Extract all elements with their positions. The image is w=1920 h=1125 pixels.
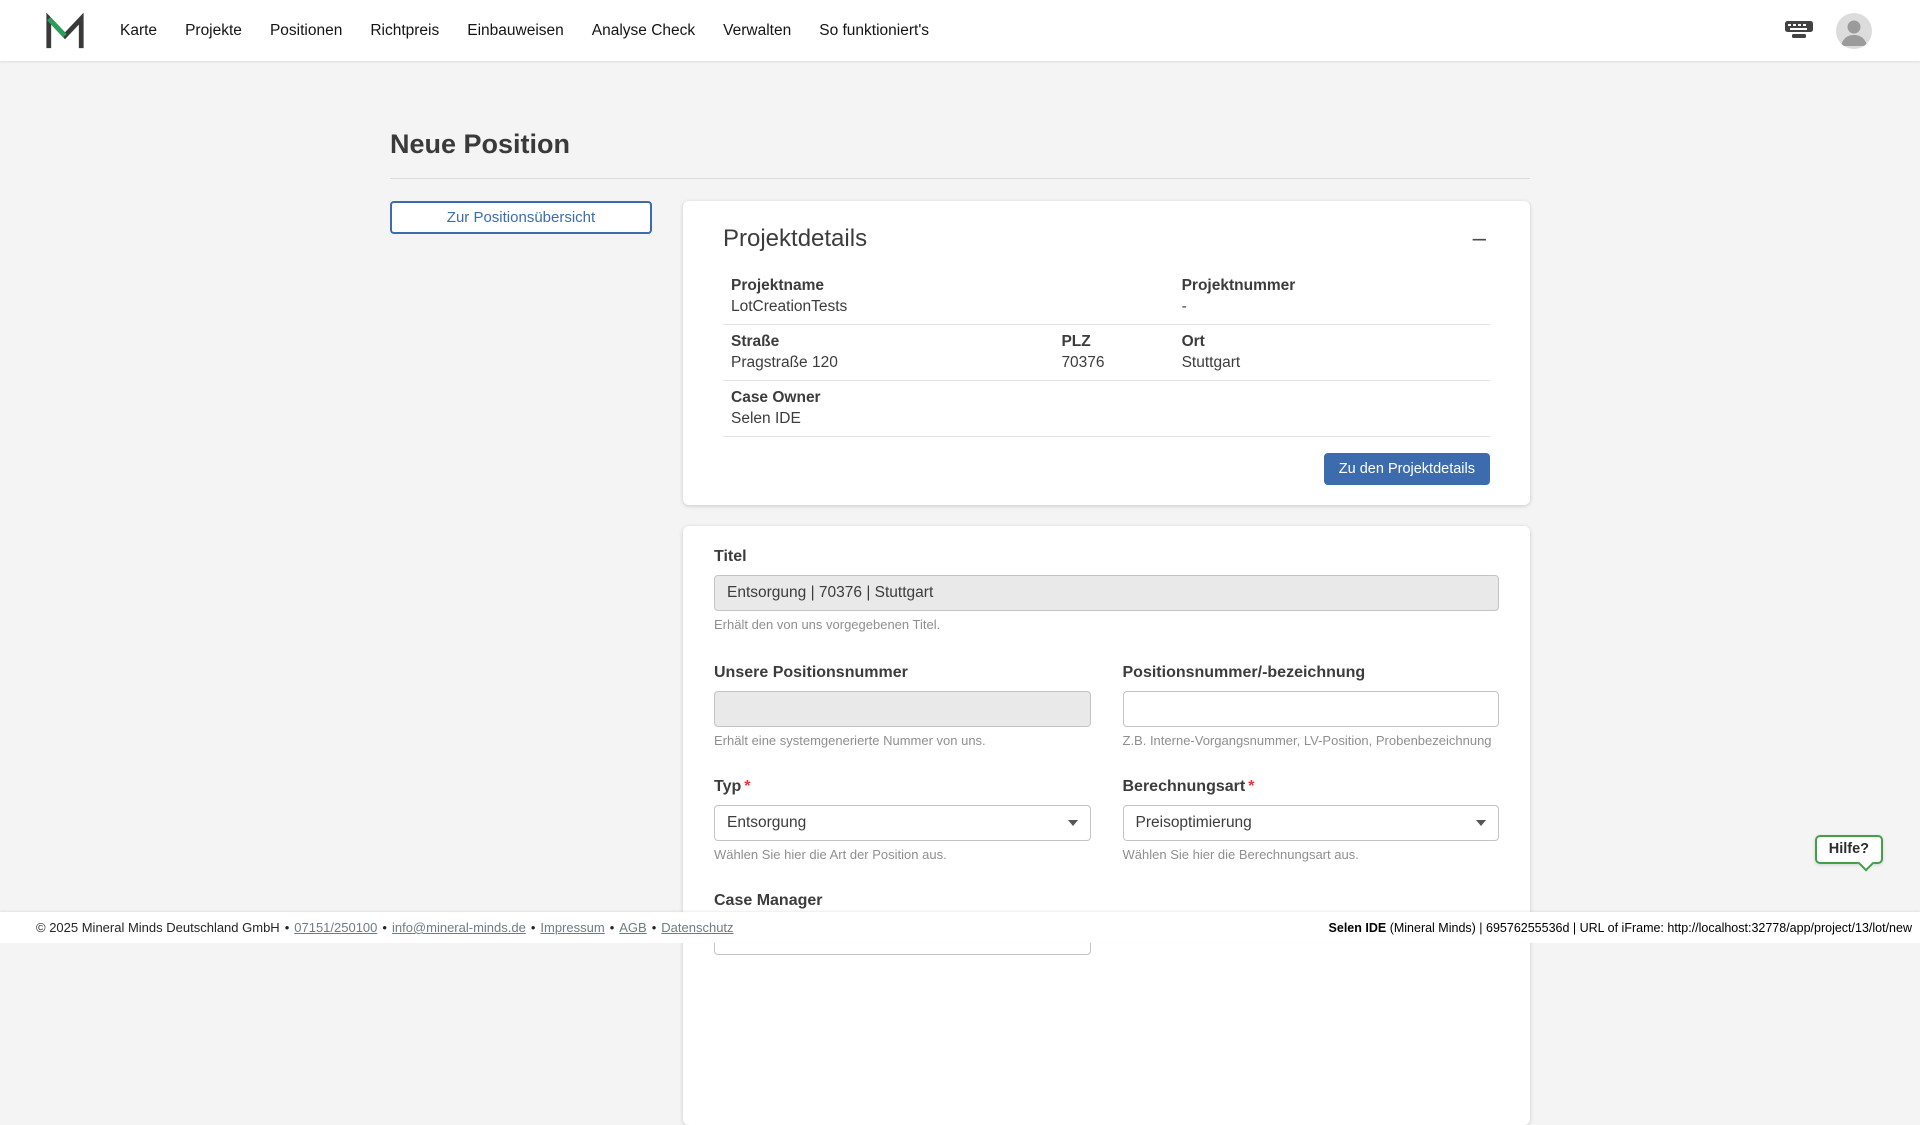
ort-label: Ort <box>1182 333 1482 351</box>
footer-separator: • <box>531 920 536 935</box>
nav-item-analyse-check[interactable]: Analyse Check <box>592 22 695 40</box>
nav-item-richtpreis[interactable]: Richtpreis <box>370 22 439 40</box>
table-row: Straße Pragstraße 120 PLZ 70376 Ort Stut… <box>723 325 1490 381</box>
bezeichnung-input[interactable] <box>1123 691 1500 727</box>
bezeichnung-help-text: Z.B. Interne-Vorgangsnummer, LV-Position… <box>1123 733 1500 748</box>
email-link[interactable]: info@mineral-minds.de <box>392 920 526 935</box>
project-details-card: Projektdetails – Projektname LotCreation… <box>683 201 1530 505</box>
ort-value: Stuttgart <box>1182 354 1482 372</box>
plz-value: 70376 <box>1061 354 1181 372</box>
case-manager-label: Case Manager <box>714 892 1091 910</box>
nav-item-projekte[interactable]: Projekte <box>185 22 242 40</box>
nav-item-positionen[interactable]: Positionen <box>270 22 342 40</box>
footer-separator: • <box>610 920 615 935</box>
strasse-value: Pragstraße 120 <box>731 354 1061 372</box>
top-navigation: Karte Projekte Positionen Richtpreis Ein… <box>0 0 1920 61</box>
user-avatar[interactable] <box>1836 13 1872 49</box>
nav-right-actions <box>1784 13 1872 49</box>
case-owner-label: Case Owner <box>731 389 1482 407</box>
copyright-text: © 2025 Mineral Minds Deutschland GmbH <box>36 920 280 935</box>
nav-item-so-funktionierts[interactable]: So funktioniert's <box>819 22 929 40</box>
footer-separator: • <box>285 920 290 935</box>
nav-item-verwalten[interactable]: Verwalten <box>723 22 791 40</box>
right-column: Projektdetails – Projektname LotCreation… <box>683 201 1530 1125</box>
project-details-table: Projektname LotCreationTests Projektnumm… <box>723 269 1490 437</box>
berechnungsart-select-value: Preisoptimierung <box>1136 814 1252 832</box>
berechnungsart-select[interactable]: Preisoptimierung <box>1123 805 1500 841</box>
titel-input <box>714 575 1499 611</box>
typ-field-group: Typ* Entsorgung Wählen Sie hier die Art … <box>714 778 1091 862</box>
footer-session-info: Selen IDE (Mineral Minds) | 69576255536d… <box>1329 921 1912 935</box>
required-asterisk: * <box>1248 778 1254 795</box>
footer-user-name: Selen IDE <box>1329 921 1387 935</box>
titel-label: Titel <box>714 548 1499 566</box>
logo-icon <box>44 10 86 52</box>
position-overview-button[interactable]: Zur Positionsübersicht <box>390 201 652 234</box>
phone-link[interactable]: 07151/250100 <box>294 920 377 935</box>
projektname-label: Projektname <box>731 277 1182 295</box>
strasse-label: Straße <box>731 333 1061 351</box>
collapse-card-button[interactable]: – <box>1469 227 1490 251</box>
person-icon <box>1836 13 1872 49</box>
case-owner-value: Selen IDE <box>731 410 1482 428</box>
footer-separator: • <box>382 920 387 935</box>
projektnummer-value: - <box>1182 298 1482 316</box>
title-divider <box>390 178 1530 179</box>
go-to-project-details-button[interactable]: Zu den Projektdetails <box>1324 453 1490 485</box>
agb-link[interactable]: AGB <box>619 920 646 935</box>
berechnungsart-help-text: Wählen Sie hier die Berechnungsart aus. <box>1123 847 1500 862</box>
main-menu: Karte Projekte Positionen Richtpreis Ein… <box>120 22 929 40</box>
page-title: Neue Position <box>390 129 1530 160</box>
plz-label: PLZ <box>1061 333 1181 351</box>
berechnungsart-field-group: Berechnungsart* Preisoptimierung Wählen … <box>1123 778 1500 862</box>
footer-session-details: (Mineral Minds) | 69576255536d | URL of … <box>1386 921 1912 935</box>
positionsnummer-label: Unsere Positionsnummer <box>714 664 1091 682</box>
required-asterisk: * <box>744 778 750 795</box>
bezeichnung-label: Positionsnummer/-bezeichnung <box>1123 664 1500 682</box>
titel-field-group: Titel Erhält den von uns vorgegebenen Ti… <box>714 548 1499 632</box>
projektnummer-label: Projektnummer <box>1182 277 1482 295</box>
berechnungsart-label: Berechnungsart* <box>1123 778 1500 796</box>
typ-label: Typ* <box>714 778 1091 796</box>
keyboard-icon[interactable] <box>1784 20 1814 41</box>
impressum-link[interactable]: Impressum <box>540 920 604 935</box>
titel-help-text: Erhält den von uns vorgegebenen Titel. <box>714 617 1499 632</box>
positionsnummer-field-group: Unsere Positionsnummer Erhält eine syste… <box>714 664 1091 748</box>
new-position-form-card: Titel Erhält den von uns vorgegebenen Ti… <box>683 526 1530 1125</box>
page-content: Neue Position Zur Positionsübersicht Pro… <box>390 61 1530 1125</box>
projektname-value: LotCreationTests <box>731 298 1182 316</box>
bezeichnung-field-group: Positionsnummer/-bezeichnung Z.B. Intern… <box>1123 664 1500 748</box>
positionsnummer-input <box>714 691 1091 727</box>
left-column: Zur Positionsübersicht <box>390 201 652 234</box>
positionsnummer-help-text: Erhält eine systemgenerierte Nummer von … <box>714 733 1091 748</box>
project-card-title: Projektdetails <box>723 225 867 253</box>
table-row: Projektname LotCreationTests Projektnumm… <box>723 269 1490 325</box>
footer: © 2025 Mineral Minds Deutschland GmbH • … <box>0 912 1920 943</box>
footer-separator: • <box>652 920 657 935</box>
nav-item-karte[interactable]: Karte <box>120 22 157 40</box>
footer-left: © 2025 Mineral Minds Deutschland GmbH • … <box>36 920 734 935</box>
nav-item-einbauweisen[interactable]: Einbauweisen <box>467 22 564 40</box>
typ-help-text: Wählen Sie hier die Art der Position aus… <box>714 847 1091 862</box>
datenschutz-link[interactable]: Datenschutz <box>661 920 733 935</box>
help-button[interactable]: Hilfe? <box>1815 835 1883 864</box>
mineral-minds-logo[interactable] <box>44 10 86 52</box>
table-row: Case Owner Selen IDE <box>723 381 1490 437</box>
typ-select[interactable]: Entsorgung <box>714 805 1091 841</box>
chevron-down-icon <box>1068 820 1078 826</box>
chevron-down-icon <box>1476 820 1486 826</box>
typ-select-value: Entsorgung <box>727 814 806 832</box>
